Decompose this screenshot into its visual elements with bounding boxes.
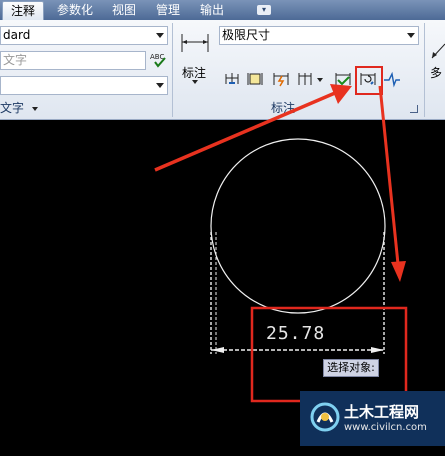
dimension-value-text[interactable]: 25.78 bbox=[266, 323, 325, 344]
annotation-arrow-line-2 bbox=[378, 85, 400, 265]
drawing-canvas[interactable] bbox=[0, 0, 445, 456]
circle-entity[interactable] bbox=[210, 138, 386, 314]
highlight-box-drawing bbox=[250, 306, 408, 403]
annotation-arrow-head-2-icon bbox=[391, 261, 406, 282]
command-prompt-tooltip: 选择对象: bbox=[323, 359, 379, 377]
dim-arrow-right-icon bbox=[371, 347, 384, 353]
watermark-url: www.civilcn.com bbox=[344, 422, 427, 433]
watermark: 土木工程网 www.civilcn.com bbox=[300, 391, 445, 446]
watermark-title: 土木工程网 bbox=[344, 403, 420, 421]
dim-arrow-left-icon bbox=[211, 347, 224, 353]
annotation-arrow-line bbox=[154, 91, 336, 172]
logo-icon bbox=[310, 402, 340, 432]
